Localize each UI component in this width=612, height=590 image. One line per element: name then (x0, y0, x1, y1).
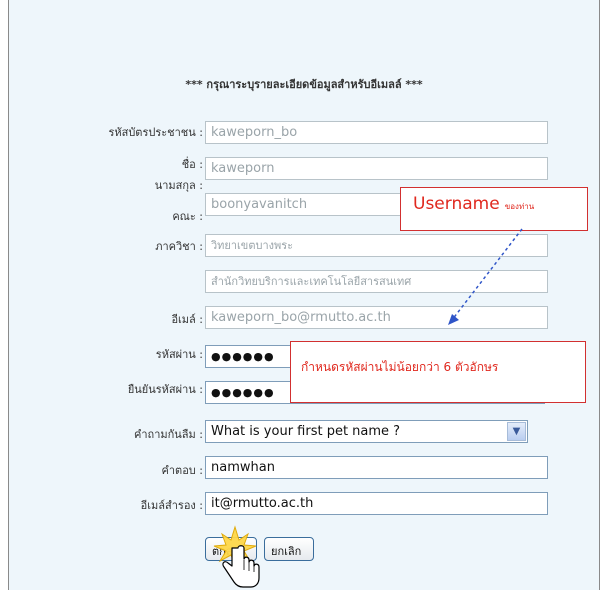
hand-cursor-icon (222, 545, 260, 588)
